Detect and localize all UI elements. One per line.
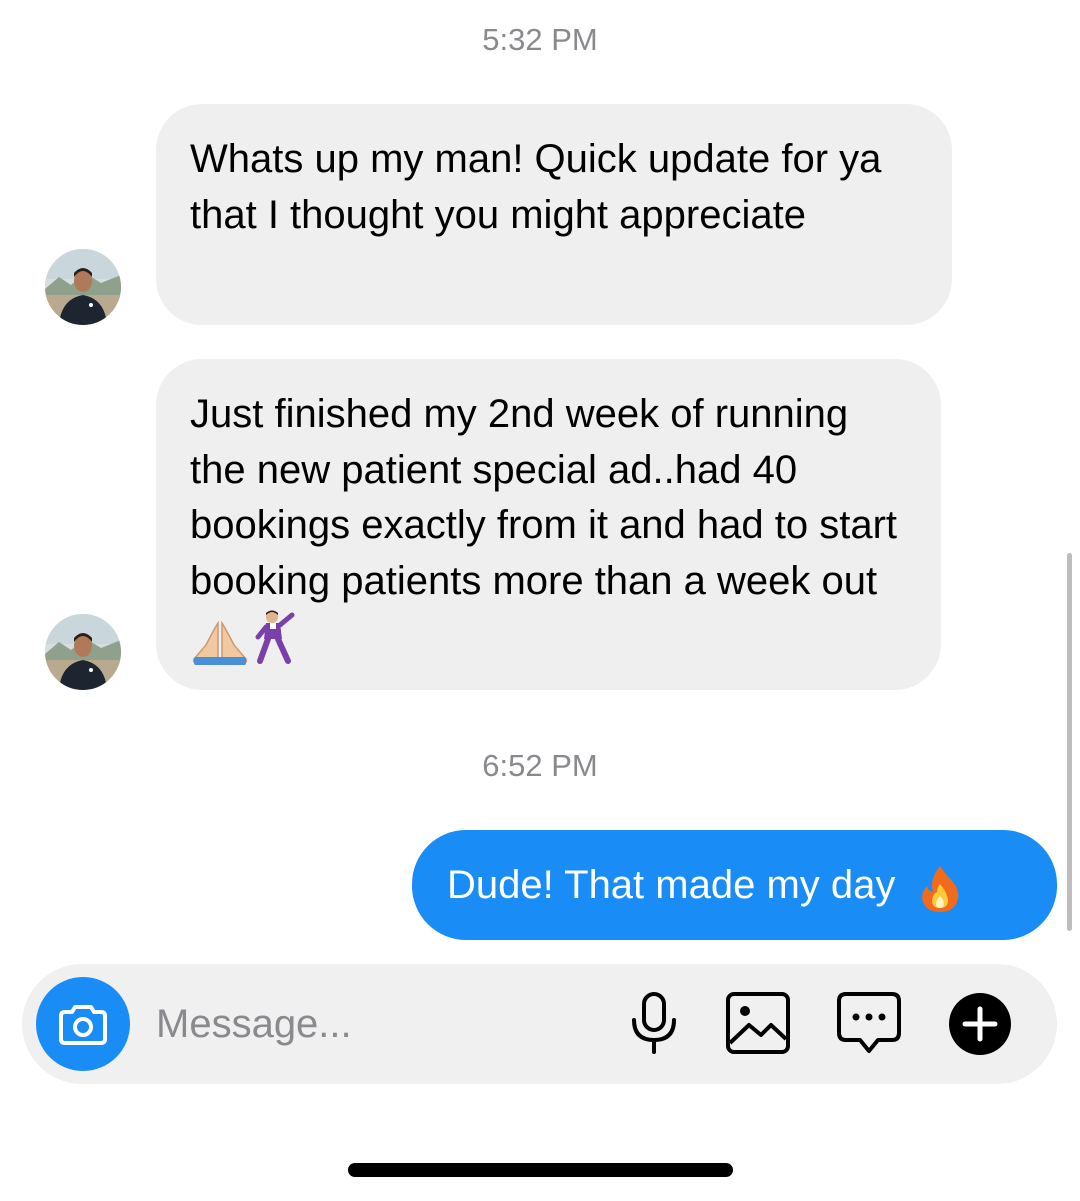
incoming-message-bubble[interactable]: Just finished my 2nd week of running the… xyxy=(156,359,941,690)
sticker-chat-icon[interactable] xyxy=(836,991,902,1062)
contact-avatar[interactable] xyxy=(45,249,121,325)
contact-avatar[interactable] xyxy=(45,614,121,690)
gallery-icon[interactable] xyxy=(725,991,791,1060)
timestamp: 5:32 PM xyxy=(482,22,598,57)
camera-button[interactable] xyxy=(36,977,130,1071)
scrollbar[interactable] xyxy=(1067,553,1072,931)
plus-icon[interactable] xyxy=(947,991,1013,1062)
fire-emoji-icon xyxy=(907,836,963,946)
outgoing-message-bubble[interactable]: Dude! That made my day xyxy=(412,830,1057,940)
dancing-man-emoji-icon xyxy=(250,609,300,681)
microphone-icon[interactable] xyxy=(628,991,680,1060)
incoming-message-bubble[interactable]: Whats up my man! Quick update for ya tha… xyxy=(156,104,952,325)
camera-icon xyxy=(59,1005,107,1045)
message-input[interactable] xyxy=(156,996,586,1052)
message-text: Dude! That made my day xyxy=(447,863,896,907)
message-text: Whats up my man! Quick update for ya tha… xyxy=(190,137,882,237)
message-text: Just finished my 2nd week of running the… xyxy=(190,392,898,603)
timestamp: 6:52 PM xyxy=(482,748,598,783)
home-indicator[interactable] xyxy=(348,1163,733,1177)
folded-hands-emoji-icon xyxy=(190,620,250,681)
